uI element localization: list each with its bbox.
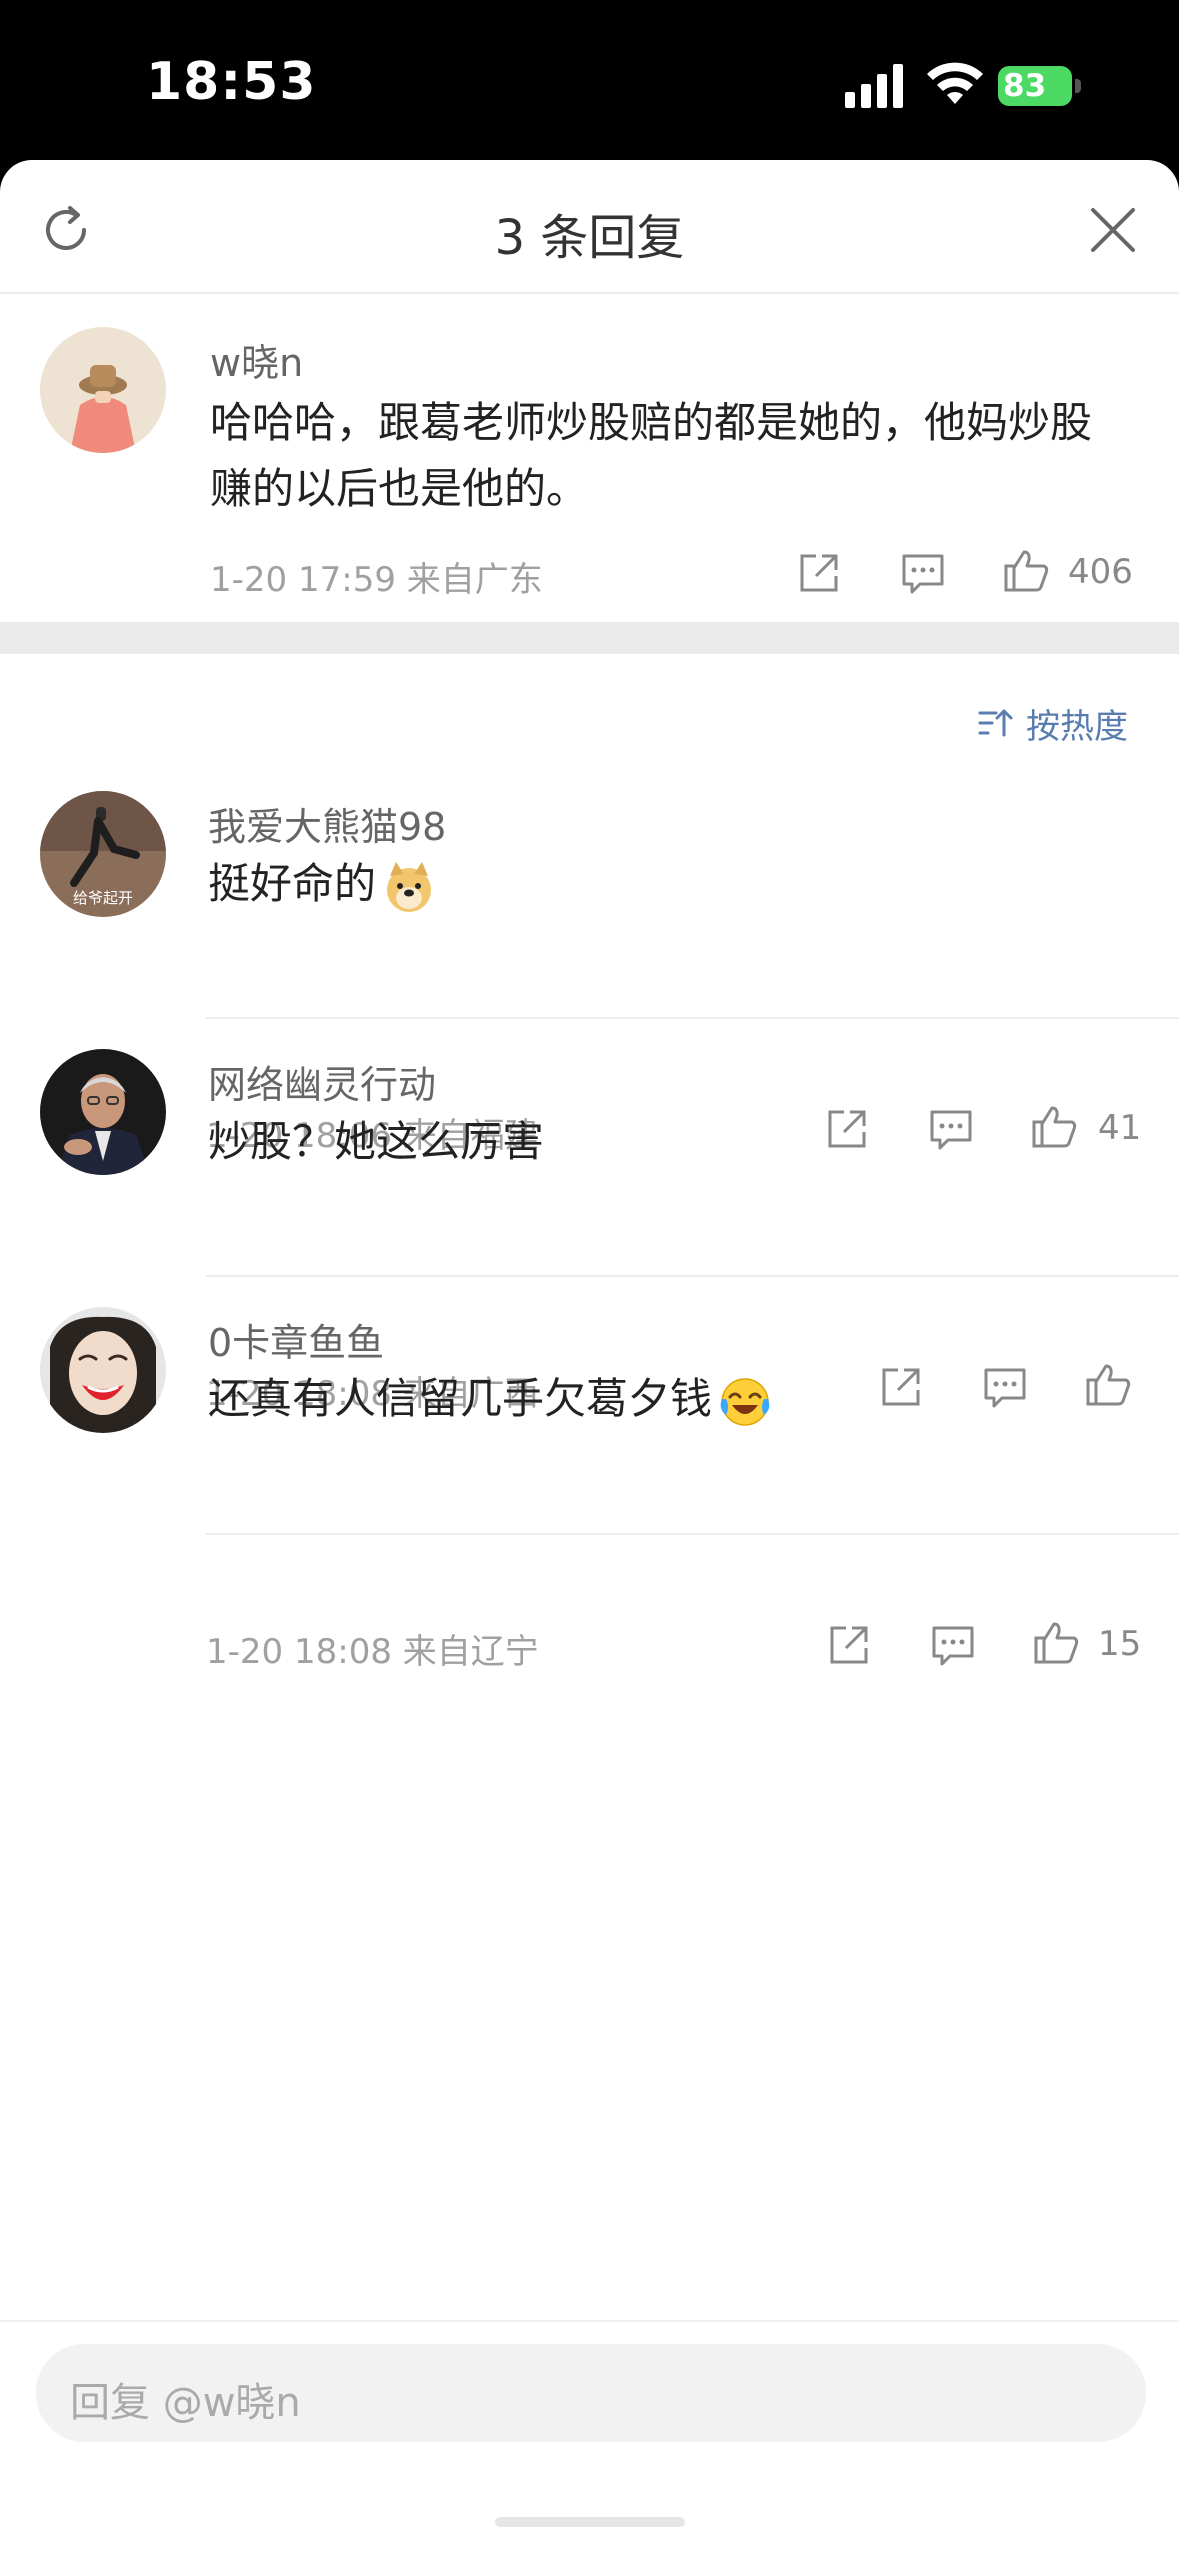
reply-text: 挺好命的: [208, 851, 436, 917]
status-bar: 18:53 83: [0, 0, 1179, 165]
reply-username[interactable]: 我爱大熊猫98: [208, 796, 446, 851]
sort-icon: [978, 709, 1013, 737]
battery-level: 83: [1003, 68, 1047, 104]
reply-placeholder: 回复 @w晓n: [70, 2380, 301, 2426]
share-icon[interactable]: [824, 1620, 874, 1670]
like-count: 41: [1098, 1108, 1142, 1148]
comment-meta: 1-20 17:59 来自广东: [210, 560, 543, 600]
like-count: 15: [1098, 1624, 1142, 1664]
comment-text: 哈哈哈，跟葛老师炒股赔的都是她的，他妈炒股赚的以后也是他的。: [210, 398, 1093, 513]
divider: [206, 1533, 1179, 1535]
reply-meta: 1-20 18:08 来自辽宁: [206, 1632, 539, 1672]
cellular-signal-icon: [845, 64, 903, 108]
avatar[interactable]: [40, 1049, 166, 1175]
wifi-icon: [927, 62, 983, 104]
avatar-caption: 给爷起开: [73, 889, 133, 907]
avatar[interactable]: 给爷起开: [40, 791, 166, 917]
reply-text: 炒股？她这么厉害: [208, 1117, 545, 1166]
bottom-bar-separator: [0, 2320, 1179, 2322]
replies-sheet: 3 条回复 w晓n 哈哈哈，跟葛老师炒股赔的都是她的，他妈炒股赚的以后也是他的。…: [0, 160, 1179, 2556]
sheet-title: 3 条回复: [494, 210, 685, 266]
sheet-header: 3 条回复: [0, 160, 1179, 294]
divider: [206, 1275, 1179, 1277]
like-icon[interactable]: [1030, 1102, 1080, 1152]
reply-username[interactable]: 0卡章鱼鱼: [208, 1312, 384, 1367]
avatar[interactable]: [40, 327, 166, 453]
share-icon[interactable]: [822, 1104, 872, 1154]
like-count: 406: [1068, 552, 1133, 592]
status-time: 18:53: [146, 52, 317, 112]
battery-icon: 83: [998, 66, 1082, 106]
sort-label: 按热度: [1026, 706, 1128, 747]
share-icon[interactable]: [876, 1362, 926, 1412]
section-divider: [0, 622, 1179, 654]
comment-icon[interactable]: [898, 548, 948, 598]
like-icon[interactable]: [1002, 546, 1052, 596]
avatar[interactable]: [40, 1307, 166, 1433]
reply-text: 还真有人信留几手欠葛夕钱: [208, 1366, 772, 1432]
divider: [206, 1017, 1179, 1019]
close-icon[interactable]: [1085, 202, 1141, 258]
sort-by-hot-button[interactable]: 按热度: [976, 698, 1128, 748]
reply-username[interactable]: 网络幽灵行动: [208, 1054, 436, 1109]
comment-username[interactable]: w晓n: [210, 332, 303, 387]
like-icon[interactable]: [1084, 1360, 1134, 1410]
laugh-cry-emoji-icon: [720, 1377, 770, 1426]
doge-emoji-icon: [387, 861, 432, 912]
like-icon[interactable]: [1032, 1618, 1082, 1668]
comment-icon[interactable]: [926, 1104, 976, 1154]
comment-icon[interactable]: [928, 1620, 978, 1670]
comment-icon[interactable]: [980, 1362, 1030, 1412]
share-icon[interactable]: [794, 548, 844, 598]
home-indicator: [495, 2517, 685, 2527]
